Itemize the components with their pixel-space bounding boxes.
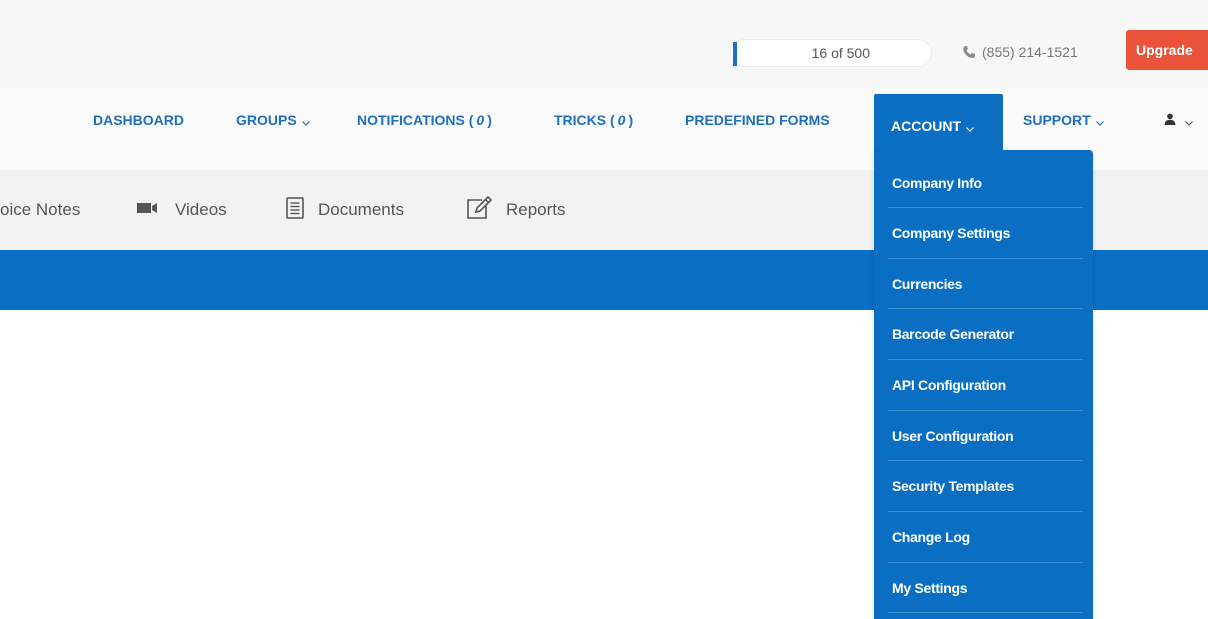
menu-item-barcode-generator[interactable]: Barcode Generator bbox=[874, 309, 1093, 359]
top-bar: 16 of 500 (855) 214-1521 Upgrade bbox=[0, 0, 1208, 88]
menu-divider bbox=[888, 612, 1083, 613]
account-dropdown-menu: Company Info Company Settings Currencies… bbox=[874, 150, 1093, 619]
menu-item-api-configuration[interactable]: API Configuration bbox=[874, 360, 1093, 410]
nav-groups[interactable]: GROUPS bbox=[236, 88, 311, 152]
support-phone[interactable]: (855) 214-1521 bbox=[962, 44, 1078, 60]
chevron-down-icon bbox=[1184, 115, 1194, 126]
chevron-down-icon bbox=[301, 115, 311, 126]
nav-support[interactable]: SUPPORT bbox=[1023, 88, 1105, 152]
subnav-voice-notes[interactable]: oice Notes bbox=[0, 170, 80, 250]
menu-item-company-settings[interactable]: Company Settings bbox=[874, 208, 1093, 258]
menu-item-change-log[interactable]: Change Log bbox=[874, 512, 1093, 562]
nav-notifications-close: ) bbox=[487, 112, 492, 128]
nav-predefined-forms[interactable]: PREDEFINED FORMS bbox=[685, 88, 830, 152]
subnav-videos[interactable]: Videos bbox=[137, 170, 227, 250]
nav-notifications[interactable]: NOTIFICATIONS ( 0 ) bbox=[357, 88, 492, 152]
nav-user-menu[interactable] bbox=[1164, 88, 1194, 152]
chevron-down-icon bbox=[1095, 115, 1105, 126]
subnav-documents-label: Documents bbox=[318, 200, 404, 219]
chevron-down-icon bbox=[965, 121, 975, 132]
menu-item-security-templates[interactable]: Security Templates bbox=[874, 461, 1093, 511]
menu-item-user-configuration[interactable]: User Configuration bbox=[874, 411, 1093, 461]
subnav-videos-label: Videos bbox=[175, 200, 227, 219]
usage-text: 16 of 500 bbox=[811, 45, 870, 61]
nav-support-label: SUPPORT bbox=[1023, 112, 1091, 128]
nav-dashboard[interactable]: DASHBOARD bbox=[93, 88, 184, 152]
nav-account-label: ACCOUNT bbox=[891, 118, 961, 134]
nav-tricks[interactable]: TRICKS ( 0 ) bbox=[554, 88, 633, 152]
app-page: 16 of 500 (855) 214-1521 Upgrade DASHBOA… bbox=[0, 0, 1208, 619]
phone-number: (855) 214-1521 bbox=[982, 44, 1078, 60]
phone-icon bbox=[962, 45, 976, 59]
subnav-reports-label: Reports bbox=[506, 200, 566, 219]
subnav-reports[interactable]: Reports bbox=[466, 170, 566, 250]
document-icon bbox=[286, 196, 304, 224]
menu-item-company-info[interactable]: Company Info bbox=[874, 158, 1093, 208]
nav-groups-label: GROUPS bbox=[236, 112, 297, 128]
video-camera-icon bbox=[137, 200, 161, 220]
notifications-count: 0 bbox=[476, 112, 485, 128]
user-icon bbox=[1164, 112, 1176, 128]
nav-tricks-label: TRICKS ( bbox=[554, 112, 615, 128]
edit-icon bbox=[466, 195, 493, 225]
nav-tricks-close: ) bbox=[628, 112, 634, 128]
nav-account[interactable]: ACCOUNT bbox=[874, 94, 1003, 158]
upgrade-button[interactable]: Upgrade bbox=[1126, 30, 1208, 70]
menu-item-currencies[interactable]: Currencies bbox=[874, 259, 1093, 309]
usage-meter: 16 of 500 bbox=[730, 39, 932, 67]
menu-item-my-settings[interactable]: My Settings bbox=[874, 563, 1093, 613]
subnav-documents[interactable]: Documents bbox=[286, 170, 404, 250]
nav-notifications-label: NOTIFICATIONS ( bbox=[357, 112, 474, 128]
tricks-count: 0 bbox=[617, 112, 626, 128]
